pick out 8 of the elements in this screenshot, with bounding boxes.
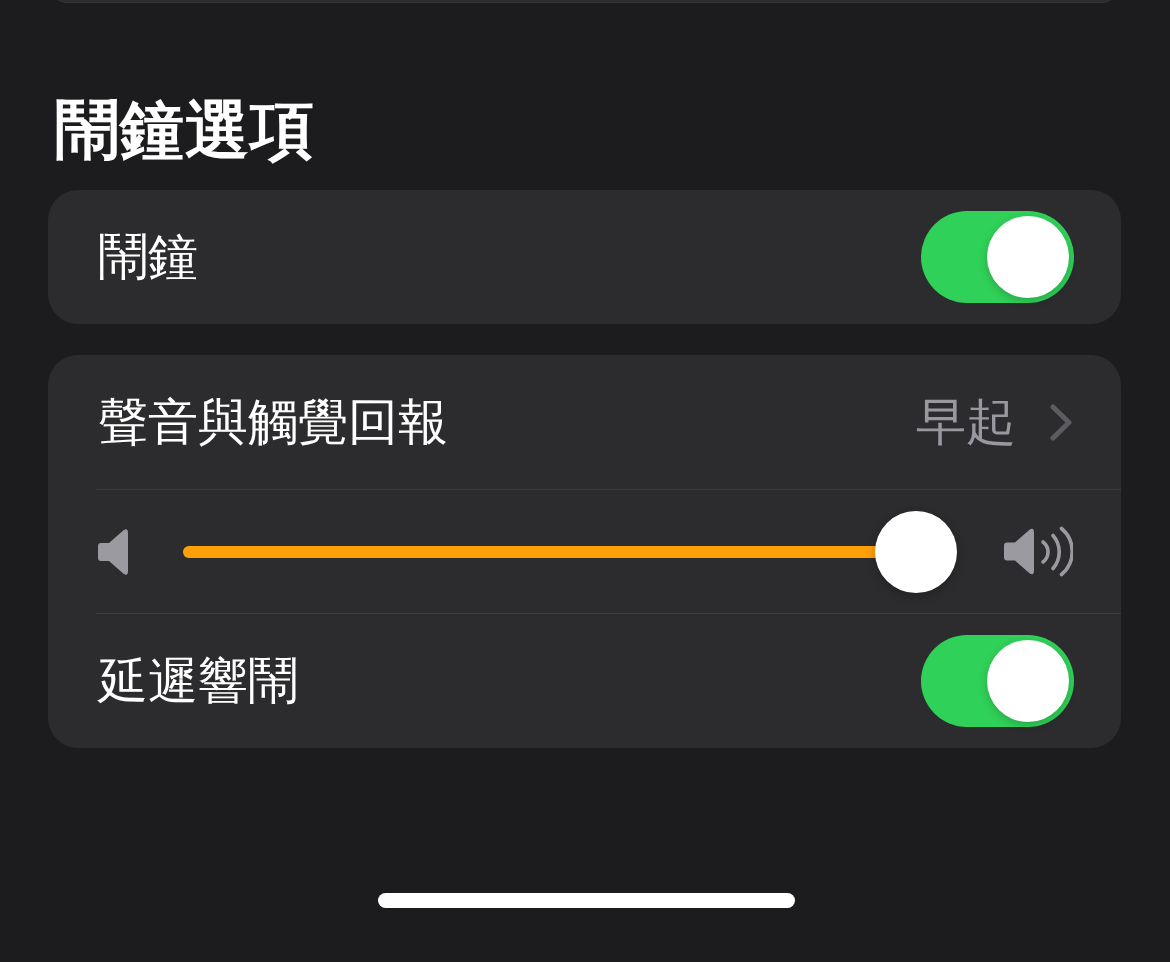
row-label: 聲音與觸覺回報 <box>98 392 448 452</box>
slider-track[interactable] <box>183 510 957 593</box>
row-label: 鬧鐘 <box>98 227 198 287</box>
volume-high-icon <box>1004 526 1073 577</box>
section-title: 鬧鐘選項 <box>55 97 315 163</box>
volume-low-icon <box>98 528 128 575</box>
row-value: 早起 <box>916 392 1016 452</box>
row-label: 延遲響鬧 <box>98 651 298 711</box>
